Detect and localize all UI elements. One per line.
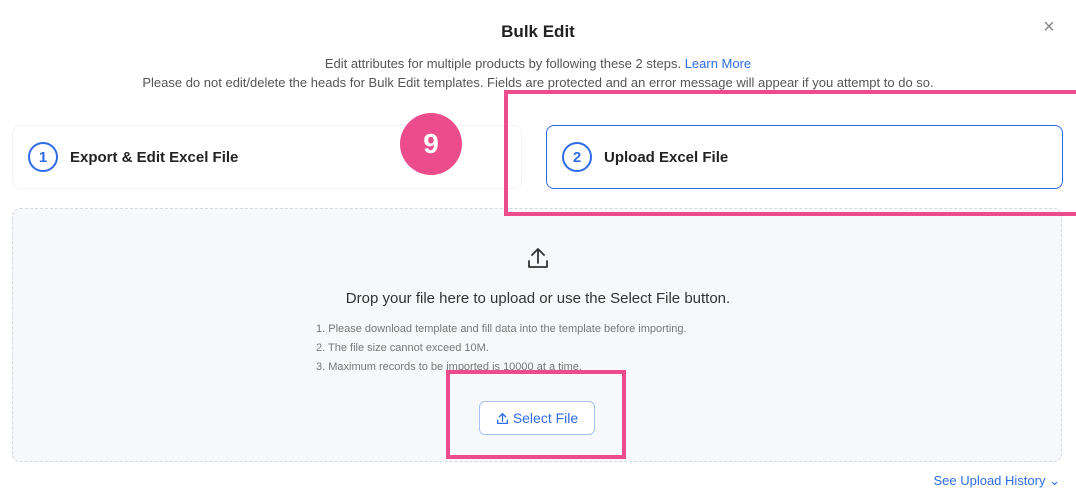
upload-icon bbox=[528, 248, 548, 268]
description-line-2: Please do not edit/delete the heads for … bbox=[142, 75, 934, 90]
drop-instruction: Drop your file here to upload or use the… bbox=[345, 290, 731, 307]
note-item: 2. The file size cannot exceed 10M. bbox=[316, 342, 489, 354]
note-item: 1. Please download template and fill dat… bbox=[316, 323, 687, 335]
history-label: See Upload History bbox=[933, 473, 1046, 488]
upload-history-link[interactable]: See Upload History ⌄ bbox=[933, 473, 1060, 489]
dialog-title: Bulk Edit bbox=[501, 22, 575, 41]
upload-notes: 1. Please download template and fill dat… bbox=[316, 320, 687, 377]
highlight-select-file bbox=[446, 370, 626, 459]
step-label-export: Export & Edit Excel File bbox=[70, 148, 239, 166]
description-line-1: Edit attributes for multiple products by… bbox=[0, 56, 1076, 71]
step-number-1: 1 bbox=[28, 142, 58, 172]
learn-more-link[interactable]: Learn More bbox=[685, 56, 751, 71]
description-text: Edit attributes for multiple products by… bbox=[324, 56, 682, 71]
annotation-badge: 9 bbox=[400, 113, 462, 175]
close-icon[interactable]: × bbox=[1038, 16, 1060, 38]
chevron-down-icon: ⌄ bbox=[1049, 473, 1060, 488]
highlight-step-upload bbox=[504, 90, 1076, 216]
